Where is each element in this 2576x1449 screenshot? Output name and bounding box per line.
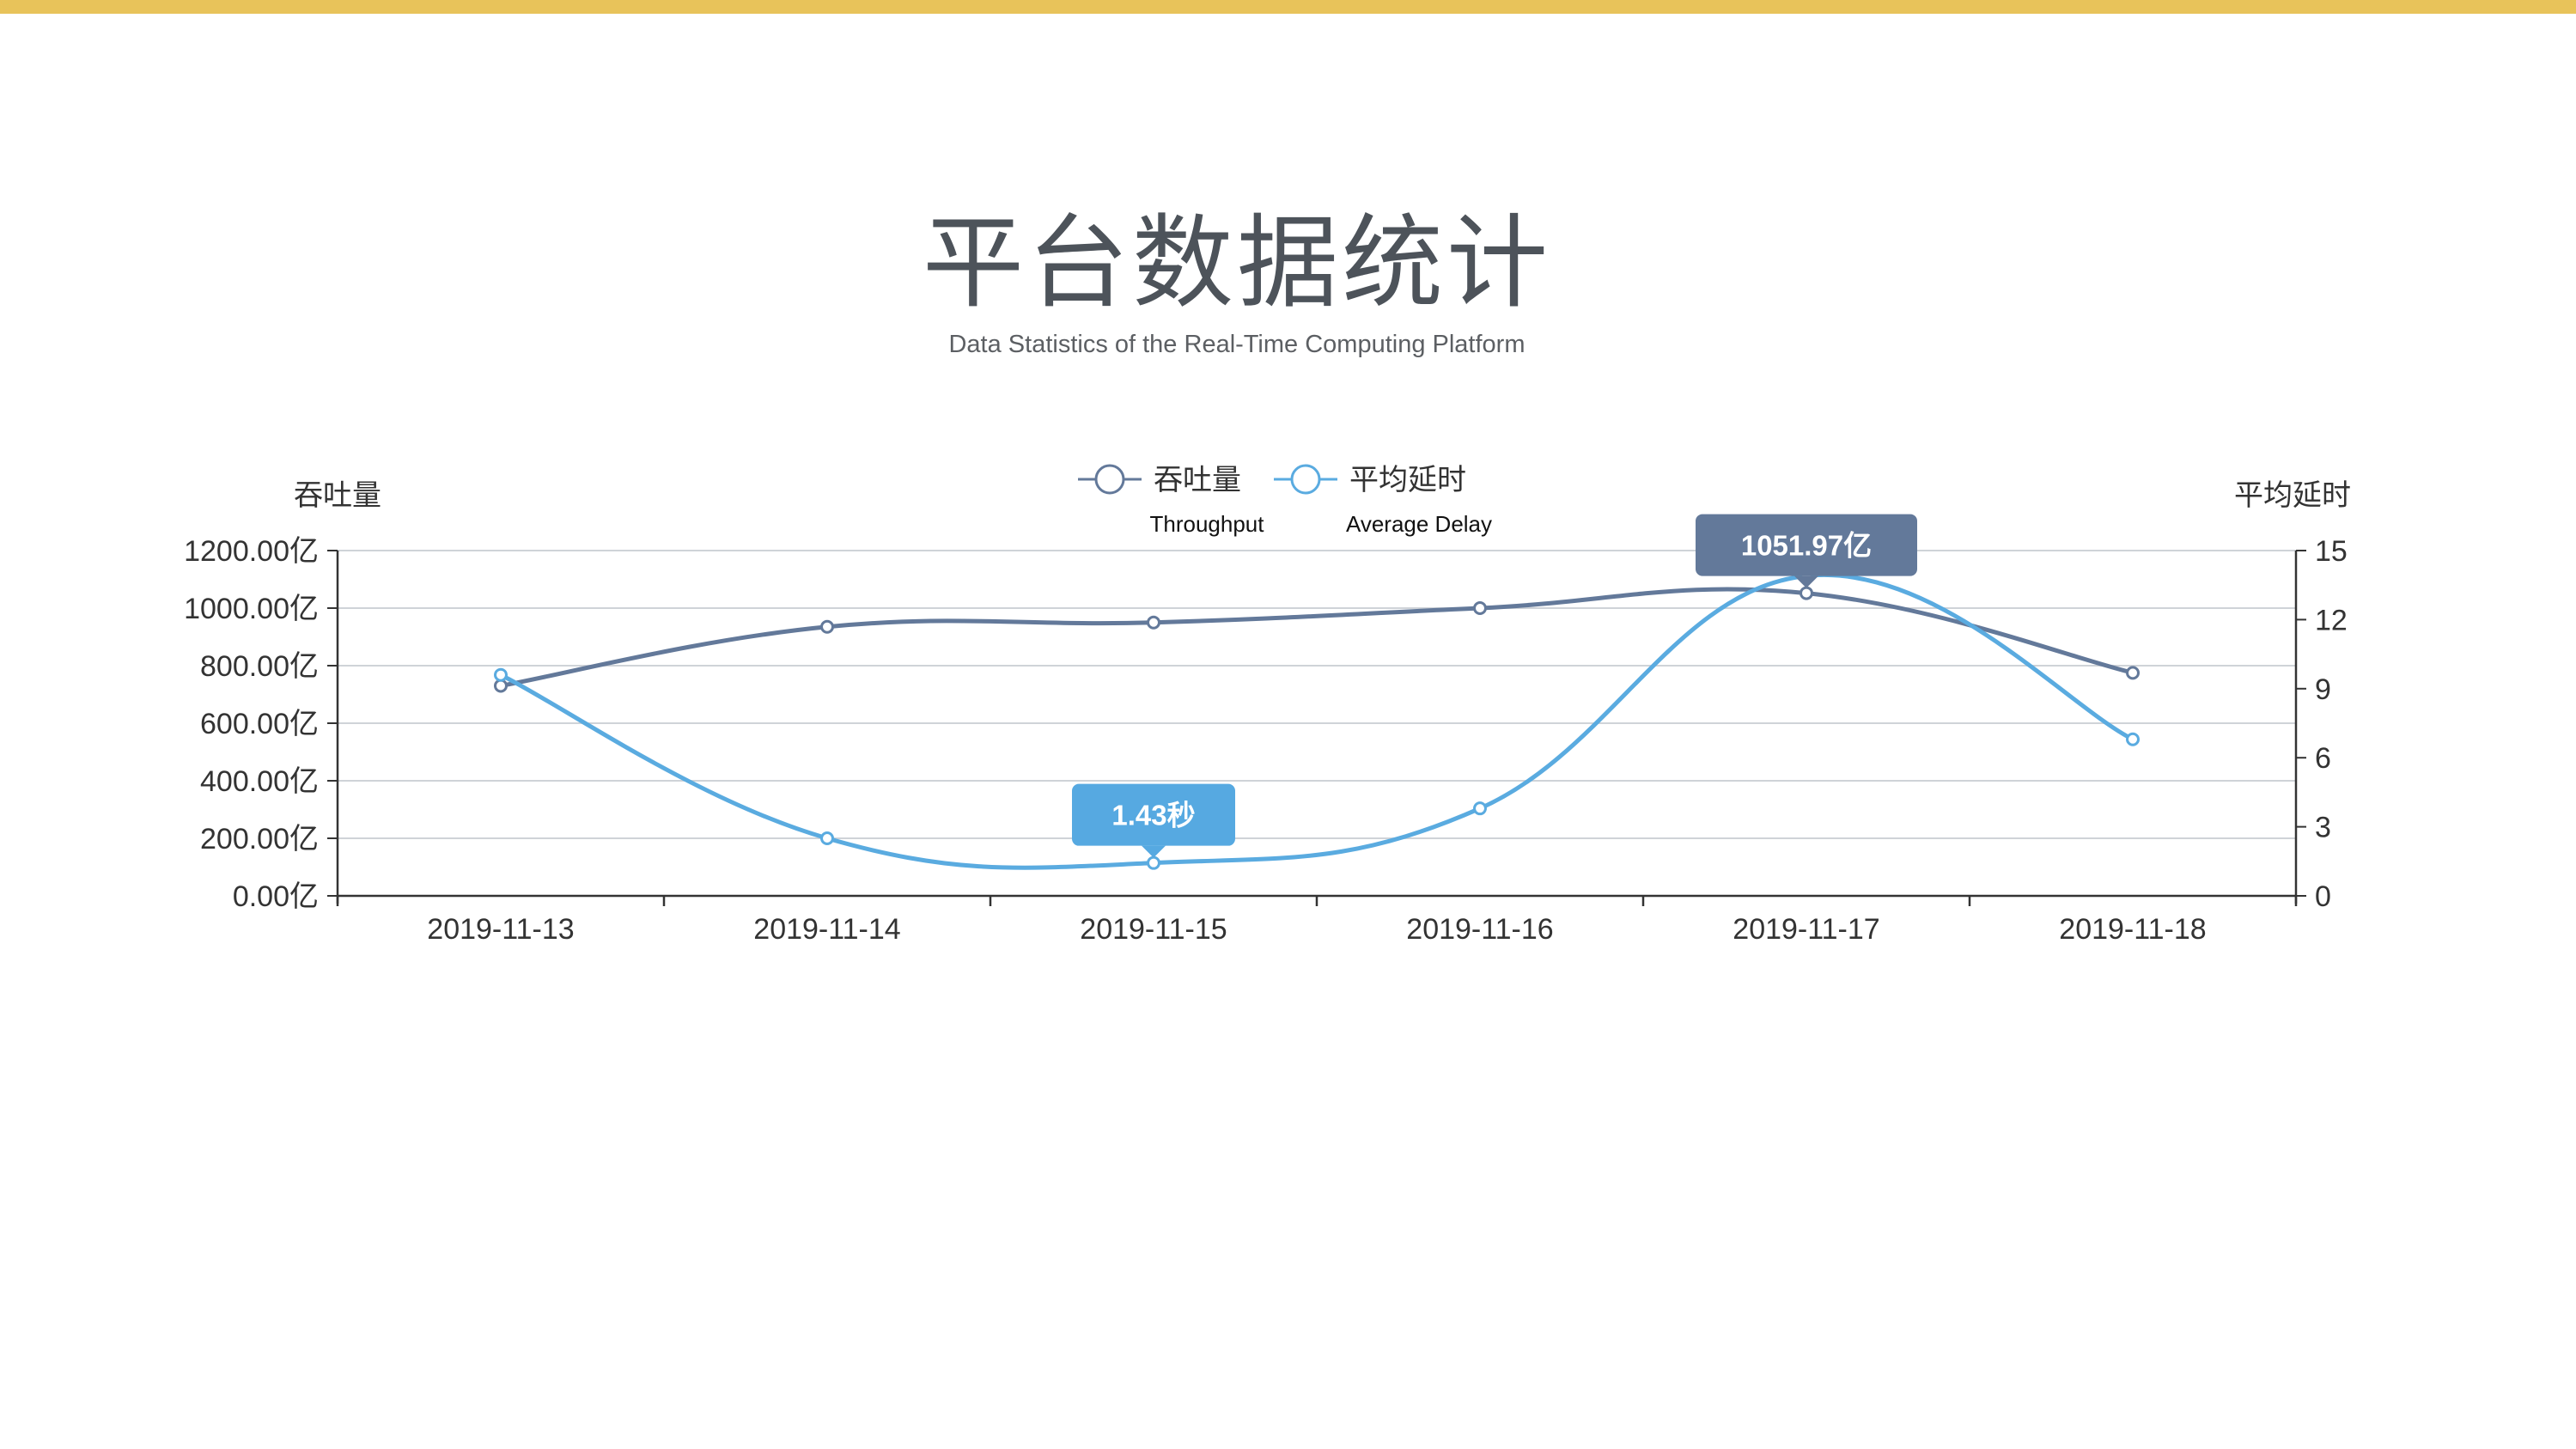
annotation-pointer bbox=[1794, 575, 1818, 588]
y-left-tick-label: 200.00亿 bbox=[200, 823, 319, 855]
y-right-tick-label: 6 bbox=[2315, 742, 2331, 775]
data-point bbox=[494, 679, 508, 693]
data-point bbox=[820, 831, 834, 845]
chart: 0.00亿 200.00亿 400.00亿 600.00亿 800.00亿 1000.00… bbox=[184, 463, 2351, 946]
y-right-tick-label: 9 bbox=[2315, 673, 2331, 706]
data-point bbox=[1147, 615, 1160, 630]
legend-label: 平均延时 bbox=[1349, 463, 1466, 497]
legend-sublabel: Throughput bbox=[1150, 511, 1265, 537]
data-point bbox=[2126, 732, 2140, 746]
series-line bbox=[500, 587, 2134, 688]
y-right-tick-label: 3 bbox=[2315, 812, 2331, 844]
y-left-tick-label: 1000.00亿 bbox=[184, 593, 319, 625]
x-tick-label: 2019-11-17 bbox=[1733, 913, 1879, 946]
x-tick-label: 2019-11-16 bbox=[1406, 913, 1553, 946]
data-point bbox=[1800, 586, 1813, 600]
data-point bbox=[1473, 801, 1487, 816]
y-left-tick-label: 1200.00亿 bbox=[184, 535, 319, 568]
x-tick-label: 2019-11-14 bbox=[753, 913, 900, 946]
legend-marker bbox=[1094, 464, 1125, 495]
annotation-pointer bbox=[1142, 845, 1166, 858]
annotation-label: 1.43秒 bbox=[1111, 800, 1195, 831]
y-left-tick-label: 0.00亿 bbox=[233, 880, 319, 913]
y-right-tick-label: 15 bbox=[2315, 535, 2348, 568]
legend-label: 吞吐量 bbox=[1154, 463, 1241, 497]
x-tick-label: 2019-11-13 bbox=[427, 913, 574, 946]
y-left-tick-label: 600.00亿 bbox=[200, 708, 319, 740]
y-right-tick-label: 0 bbox=[2315, 880, 2331, 913]
y-right-axis-title: 平均延时 bbox=[2234, 478, 2351, 513]
legend-marker bbox=[1290, 464, 1321, 495]
x-tick-label: 2019-11-15 bbox=[1080, 913, 1227, 946]
series-line bbox=[499, 572, 2134, 870]
data-point bbox=[1473, 601, 1487, 615]
y-left-tick-label: 400.00亿 bbox=[200, 765, 319, 798]
annotation-label: 1051.97亿 bbox=[1741, 530, 1872, 562]
data-point bbox=[820, 619, 834, 634]
y-right-tick-label: 12 bbox=[2315, 604, 2348, 636]
y-left-axis-title: 吞吐量 bbox=[294, 478, 381, 513]
data-point bbox=[494, 667, 508, 682]
y-left-tick-label: 800.00亿 bbox=[200, 650, 319, 683]
data-point bbox=[2126, 666, 2140, 680]
legend-sublabel: Average Delay bbox=[1346, 511, 1492, 537]
data-point bbox=[1147, 855, 1160, 870]
x-tick-label: 2019-11-18 bbox=[2059, 913, 2206, 946]
